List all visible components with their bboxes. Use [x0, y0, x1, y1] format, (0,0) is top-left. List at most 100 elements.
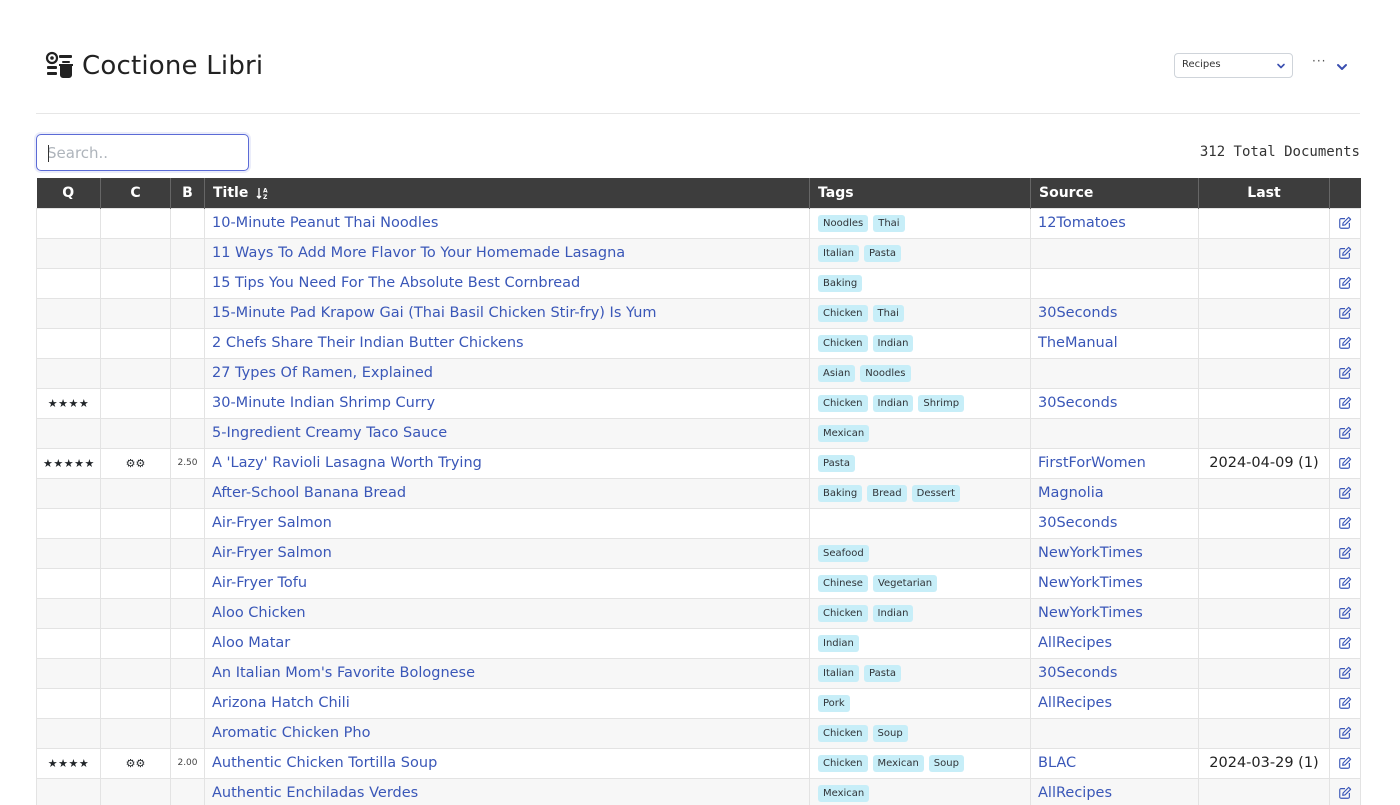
recipe-title-link[interactable]: Air-Fryer Tofu: [204, 567, 810, 599]
recipe-title-link[interactable]: 27 Types Of Ramen, Explained: [204, 357, 810, 389]
tag-badge[interactable]: Chicken: [818, 335, 868, 352]
column-header-q[interactable]: Q: [36, 178, 101, 208]
source-link[interactable]: BLAC: [1030, 747, 1199, 779]
recipe-title-link[interactable]: 10-Minute Peanut Thai Noodles: [204, 207, 810, 239]
edit-button[interactable]: [1329, 657, 1361, 689]
tag-badge[interactable]: Mexican: [818, 425, 870, 442]
source-link[interactable]: 30Seconds: [1030, 387, 1199, 419]
more-menu-button[interactable]: ···: [1312, 54, 1362, 76]
tag-badge[interactable]: Seafood: [818, 545, 869, 562]
table-row[interactable]: 27 Types Of Ramen, Explained Asian Noodles: [36, 357, 1361, 389]
edit-button[interactable]: [1329, 777, 1361, 805]
table-row[interactable]: Air-Fryer Salmon 30Seconds: [36, 507, 1361, 539]
tag-badge[interactable]: Bread: [867, 485, 907, 502]
recipe-title-link[interactable]: 15 Tips You Need For The Absolute Best C…: [204, 267, 810, 299]
source-link[interactable]: [1030, 357, 1199, 389]
tag-badge[interactable]: Italian: [818, 665, 860, 682]
edit-button[interactable]: [1329, 327, 1361, 359]
tag-badge[interactable]: Indian: [872, 335, 914, 352]
tag-badge[interactable]: Indian: [872, 605, 914, 622]
source-link[interactable]: Magnolia: [1030, 477, 1199, 509]
tag-badge[interactable]: Dessert: [911, 485, 961, 502]
source-link[interactable]: [1030, 267, 1199, 299]
recipe-title-link[interactable]: Authentic Chicken Tortilla Soup: [204, 747, 810, 779]
table-row[interactable]: ★★★★★ ⚙⚙ 2.50 A 'Lazy' Ravioli Lasagna Wort…: [36, 447, 1361, 479]
source-link[interactable]: [1030, 417, 1199, 449]
source-link[interactable]: NewYorkTimes: [1030, 567, 1199, 599]
source-link[interactable]: 30Seconds: [1030, 657, 1199, 689]
table-row[interactable]: Aloo Matar Indian AllRecipes: [36, 627, 1361, 659]
recipe-title-link[interactable]: Aloo Chicken: [204, 597, 810, 629]
source-link[interactable]: AllRecipes: [1030, 687, 1199, 719]
edit-button[interactable]: [1329, 477, 1361, 509]
tag-badge[interactable]: Pork: [818, 695, 850, 712]
source-link[interactable]: 30Seconds: [1030, 507, 1199, 539]
edit-button[interactable]: [1329, 627, 1361, 659]
recipe-title-link[interactable]: 2 Chefs Share Their Indian Butter Chicke…: [204, 327, 810, 359]
recipe-title-link[interactable]: Air-Fryer Salmon: [204, 537, 810, 569]
tag-badge[interactable]: Pasta: [864, 665, 901, 682]
edit-button[interactable]: [1329, 297, 1361, 329]
edit-button[interactable]: [1329, 687, 1361, 719]
recipe-title-link[interactable]: A 'Lazy' Ravioli Lasagna Worth Trying: [204, 447, 810, 479]
table-row[interactable]: An Italian Mom's Favorite Bolognese Itali…: [36, 657, 1361, 689]
table-row[interactable]: 10-Minute Peanut Thai Noodles Noodles Thai…: [36, 207, 1361, 239]
table-row[interactable]: 15 Tips You Need For The Absolute Best C…: [36, 267, 1361, 299]
edit-button[interactable]: [1329, 267, 1361, 299]
tag-badge[interactable]: Baking: [818, 275, 863, 292]
table-row[interactable]: ★★★★ 30-Minute Indian Shrimp Curry Chicken…: [36, 387, 1361, 419]
tag-badge[interactable]: Mexican: [818, 785, 870, 802]
source-link[interactable]: AllRecipes: [1030, 777, 1199, 805]
source-link[interactable]: AllRecipes: [1030, 627, 1199, 659]
edit-button[interactable]: [1329, 597, 1361, 629]
tag-badge[interactable]: Thai: [872, 305, 904, 322]
edit-button[interactable]: [1329, 207, 1361, 239]
tag-badge[interactable]: Chicken: [818, 605, 868, 622]
recipe-title-link[interactable]: After-School Banana Bread: [204, 477, 810, 509]
tag-badge[interactable]: Chinese: [818, 575, 868, 592]
tag-badge[interactable]: Italian: [818, 245, 860, 262]
column-header-title[interactable]: Title A Z: [204, 178, 810, 208]
tag-badge[interactable]: Asian: [818, 365, 856, 382]
tag-badge[interactable]: Chicken: [818, 755, 868, 772]
recipe-title-link[interactable]: Air-Fryer Salmon: [204, 507, 810, 539]
tag-badge[interactable]: Soup: [872, 725, 908, 742]
tag-badge[interactable]: Indian: [872, 395, 914, 412]
source-link[interactable]: 30Seconds: [1030, 297, 1199, 329]
table-row[interactable]: Aromatic Chicken Pho Chicken Soup: [36, 717, 1361, 749]
tag-badge[interactable]: Soup: [928, 755, 964, 772]
column-header-c[interactable]: C: [100, 178, 171, 208]
recipe-title-link[interactable]: 30-Minute Indian Shrimp Curry: [204, 387, 810, 419]
tag-badge[interactable]: Thai: [873, 215, 905, 232]
recipe-title-link[interactable]: Arizona Hatch Chili: [204, 687, 810, 719]
source-link[interactable]: FirstForWomen: [1030, 447, 1199, 479]
brand[interactable]: Coctione Libri: [44, 50, 263, 82]
edit-button[interactable]: [1329, 717, 1361, 749]
source-link[interactable]: NewYorkTimes: [1030, 537, 1199, 569]
recipe-title-link[interactable]: 15-Minute Pad Krapow Gai (Thai Basil Chi…: [204, 297, 810, 329]
collection-select[interactable]: Recipes: [1174, 53, 1293, 78]
recipe-title-link[interactable]: 11 Ways To Add More Flavor To Your Homem…: [204, 237, 810, 269]
recipe-title-link[interactable]: An Italian Mom's Favorite Bolognese: [204, 657, 810, 689]
tag-badge[interactable]: Noodles: [818, 215, 869, 232]
recipe-title-link[interactable]: 5-Ingredient Creamy Taco Sauce: [204, 417, 810, 449]
tag-badge[interactable]: Shrimp: [918, 395, 965, 412]
tag-badge[interactable]: Chicken: [818, 395, 868, 412]
table-row[interactable]: Aloo Chicken Chicken Indian NewYorkTimes: [36, 597, 1361, 629]
table-row[interactable]: 2 Chefs Share Their Indian Butter Chicke…: [36, 327, 1361, 359]
tag-badge[interactable]: Pasta: [818, 455, 855, 472]
edit-button[interactable]: [1329, 537, 1361, 569]
tag-badge[interactable]: Pasta: [864, 245, 901, 262]
edit-button[interactable]: [1329, 567, 1361, 599]
edit-button[interactable]: [1329, 747, 1361, 779]
table-row[interactable]: Authentic Enchiladas Verdes Mexican AllRec…: [36, 777, 1361, 805]
recipe-title-link[interactable]: Aromatic Chicken Pho: [204, 717, 810, 749]
column-header-b[interactable]: B: [170, 178, 205, 208]
source-link[interactable]: NewYorkTimes: [1030, 597, 1199, 629]
edit-button[interactable]: [1329, 447, 1361, 479]
tag-badge[interactable]: Baking: [818, 485, 863, 502]
table-row[interactable]: Air-Fryer Salmon Seafood NewYorkTimes: [36, 537, 1361, 569]
edit-button[interactable]: [1329, 237, 1361, 269]
search-input[interactable]: [37, 135, 248, 170]
source-link[interactable]: [1030, 717, 1199, 749]
